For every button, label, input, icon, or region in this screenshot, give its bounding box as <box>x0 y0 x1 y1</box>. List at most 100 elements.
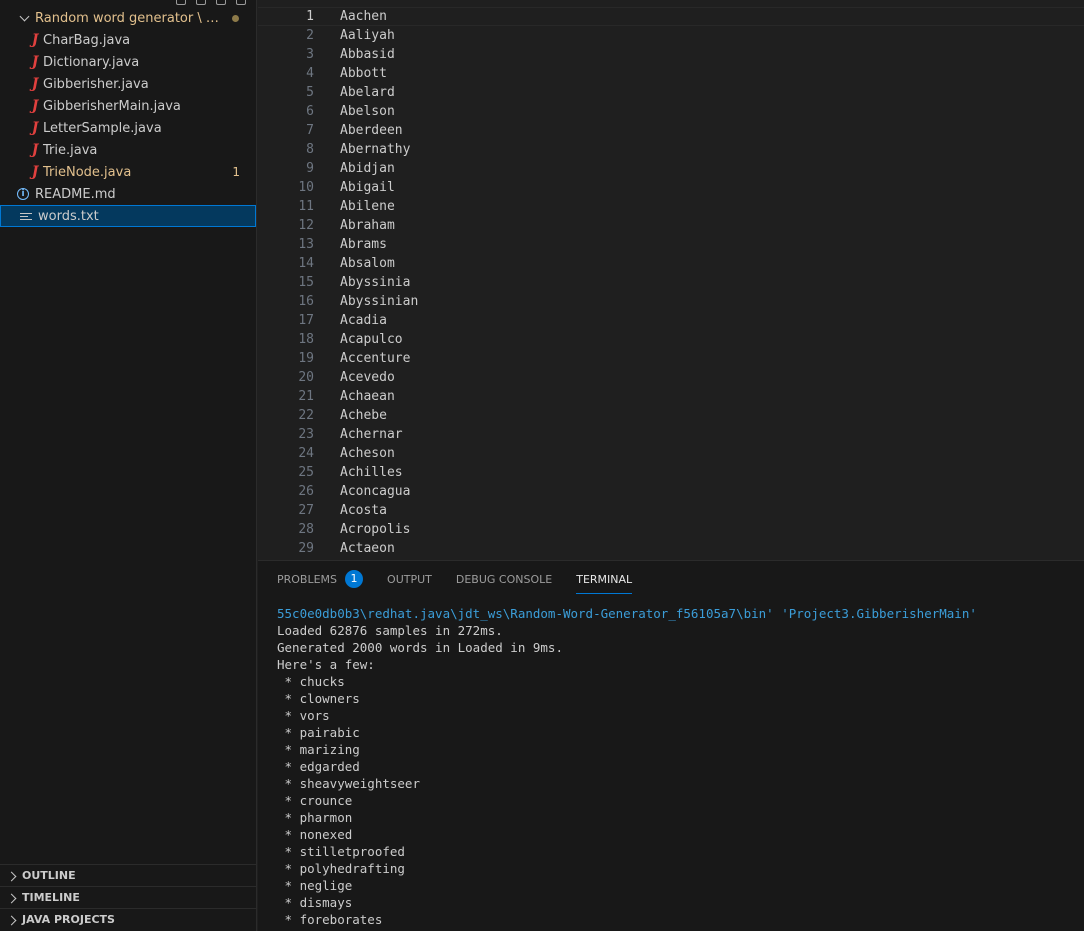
file-name: CharBag.java <box>43 32 131 48</box>
line-text: Aberdeen <box>340 123 403 138</box>
chevron-right-icon <box>8 871 18 881</box>
text-editor[interactable]: 1 Aachen 2 Aaliyah 3 Abbasid 4 Abbott 5 Abelard 6 A… <box>258 0 1084 560</box>
editor-line[interactable]: 17 Acadia <box>258 311 1084 330</box>
editor-line[interactable]: 27 Acosta <box>258 501 1084 520</box>
file-trie-node[interactable]: J TrieNode.java 1 <box>0 161 256 183</box>
editor-line[interactable]: 15 Abyssinia <box>258 273 1084 292</box>
info-icon: i <box>17 188 29 200</box>
editor-line[interactable]: 1 Aachen <box>258 7 1084 26</box>
editor-line[interactable]: 6 Abelson <box>258 102 1084 121</box>
file-gibberisher-main[interactable]: J GibberisherMain.java <box>0 95 256 117</box>
section-outline[interactable]: OUTLINE <box>0 864 256 886</box>
code-area[interactable]: 1 Aachen 2 Aaliyah 3 Abbasid 4 Abbott 5 Abelard 6 A… <box>258 7 1084 558</box>
explorer-toolbar <box>176 0 246 6</box>
terminal-line: Loaded 62876 samples in 272ms. <box>277 623 503 638</box>
line-number: 25 <box>298 465 314 480</box>
line-text: Acadia <box>340 313 387 328</box>
terminal-line: * marizing <box>277 742 360 757</box>
new-file-icon[interactable] <box>176 0 186 5</box>
editor-line[interactable]: 25 Achilles <box>258 463 1084 482</box>
tab-output[interactable]: OUTPUT <box>387 561 432 597</box>
editor-line[interactable]: 2 Aaliyah <box>258 26 1084 45</box>
line-number: 9 <box>306 161 314 176</box>
file-readme[interactable]: i README.md <box>0 183 256 205</box>
file-charbag[interactable]: J CharBag.java <box>0 29 256 51</box>
new-folder-icon[interactable] <box>196 0 206 5</box>
terminal-line: * dismays <box>277 895 353 910</box>
terminal-line: * crounce <box>277 793 353 808</box>
editor-line[interactable]: 16 Abyssinian <box>258 292 1084 311</box>
file-name: GibberisherMain.java <box>43 98 181 114</box>
tab-terminal[interactable]: TERMINAL <box>576 561 632 597</box>
line-number: 18 <box>298 332 314 347</box>
editor-line[interactable]: 14 Absalom <box>258 254 1084 273</box>
editor-line[interactable]: 23 Achernar <box>258 425 1084 444</box>
tab-label: OUTPUT <box>387 572 432 586</box>
file-gibberisher[interactable]: J Gibberisher.java <box>0 73 256 95</box>
editor-line[interactable]: 12 Abraham <box>258 216 1084 235</box>
line-number: 3 <box>306 47 314 62</box>
editor-line[interactable]: 21 Achaean <box>258 387 1084 406</box>
editor-line[interactable]: 3 Abbasid <box>258 45 1084 64</box>
modified-dot-icon <box>232 15 239 22</box>
editor-line[interactable]: 9 Abidjan <box>258 159 1084 178</box>
terminal-line: * vors <box>277 708 330 723</box>
line-number: 11 <box>298 199 314 214</box>
line-number: 12 <box>298 218 314 233</box>
line-text: Abelard <box>340 85 395 100</box>
line-number: 1 <box>306 9 314 24</box>
section-title: OUTLINE <box>22 869 76 882</box>
file-name: words.txt <box>38 208 99 224</box>
section-timeline[interactable]: TIMELINE <box>0 886 256 908</box>
editor-line[interactable]: 20 Acevedo <box>258 368 1084 387</box>
java-file-icon: J <box>31 98 39 114</box>
line-text: Abernathy <box>340 142 411 157</box>
terminal-command-line: 55c0e0db0b3\redhat.java\jdt_ws\Random-Wo… <box>277 606 977 621</box>
file-name: README.md <box>35 186 116 202</box>
terminal-line: * neglige <box>277 878 353 893</box>
line-number: 24 <box>298 446 314 461</box>
tab-debug-console[interactable]: DEBUG CONSOLE <box>456 561 552 597</box>
line-number: 14 <box>298 256 314 271</box>
line-text: Abidjan <box>340 161 395 176</box>
editor-line[interactable]: 22 Achebe <box>258 406 1084 425</box>
line-number: 17 <box>298 313 314 328</box>
chevron-down-icon <box>19 12 31 24</box>
section-java-projects[interactable]: JAVA PROJECTS <box>0 908 256 930</box>
terminal-output[interactable]: 55c0e0db0b3\redhat.java\jdt_ws\Random-Wo… <box>277 605 977 928</box>
line-text: Aachen <box>340 9 387 24</box>
line-number: 26 <box>298 484 314 499</box>
editor-line[interactable]: 19 Accenture <box>258 349 1084 368</box>
refresh-icon[interactable] <box>216 0 226 5</box>
editor-line[interactable]: 28 Acropolis <box>258 520 1084 539</box>
file-name: LetterSample.java <box>43 120 162 136</box>
file-letter-sample[interactable]: J LetterSample.java <box>0 117 256 139</box>
editor-line[interactable]: 26 Aconcagua <box>258 482 1084 501</box>
editor-line[interactable]: 18 Acapulco <box>258 330 1084 349</box>
tab-label: DEBUG CONSOLE <box>455 572 553 586</box>
editor-line[interactable]: 5 Abelard <box>258 83 1084 102</box>
folder-random-word-generator[interactable]: Random word generator \ Proj... <box>0 7 256 29</box>
terminal-line: * clowners <box>277 691 360 706</box>
tab-label: TERMINAL <box>576 572 633 586</box>
line-number: 6 <box>306 104 314 119</box>
line-text: Abbasid <box>340 47 395 62</box>
line-text: Abyssinian <box>340 294 419 309</box>
file-trie[interactable]: J Trie.java <box>0 139 256 161</box>
collapse-all-icon[interactable] <box>236 0 246 5</box>
editor-line[interactable]: 29 Actaeon <box>258 539 1084 558</box>
file-name: Dictionary.java <box>43 54 140 70</box>
line-number: 21 <box>298 389 314 404</box>
editor-line[interactable]: 24 Acheson <box>258 444 1084 463</box>
editor-line[interactable]: 11 Abilene <box>258 197 1084 216</box>
editor-line[interactable]: 10 Abigail <box>258 178 1084 197</box>
editor-line[interactable]: 4 Abbott <box>258 64 1084 83</box>
line-text: Acheson <box>340 446 395 461</box>
editor-line[interactable]: 8 Abernathy <box>258 140 1084 159</box>
java-file-icon: J <box>31 142 39 158</box>
editor-line[interactable]: 13 Abrams <box>258 235 1084 254</box>
file-dictionary[interactable]: J Dictionary.java <box>0 51 256 73</box>
file-words-txt[interactable]: words.txt <box>0 205 256 227</box>
tab-problems[interactable]: PROBLEMS 1 <box>277 561 364 597</box>
editor-line[interactable]: 7 Aberdeen <box>258 121 1084 140</box>
